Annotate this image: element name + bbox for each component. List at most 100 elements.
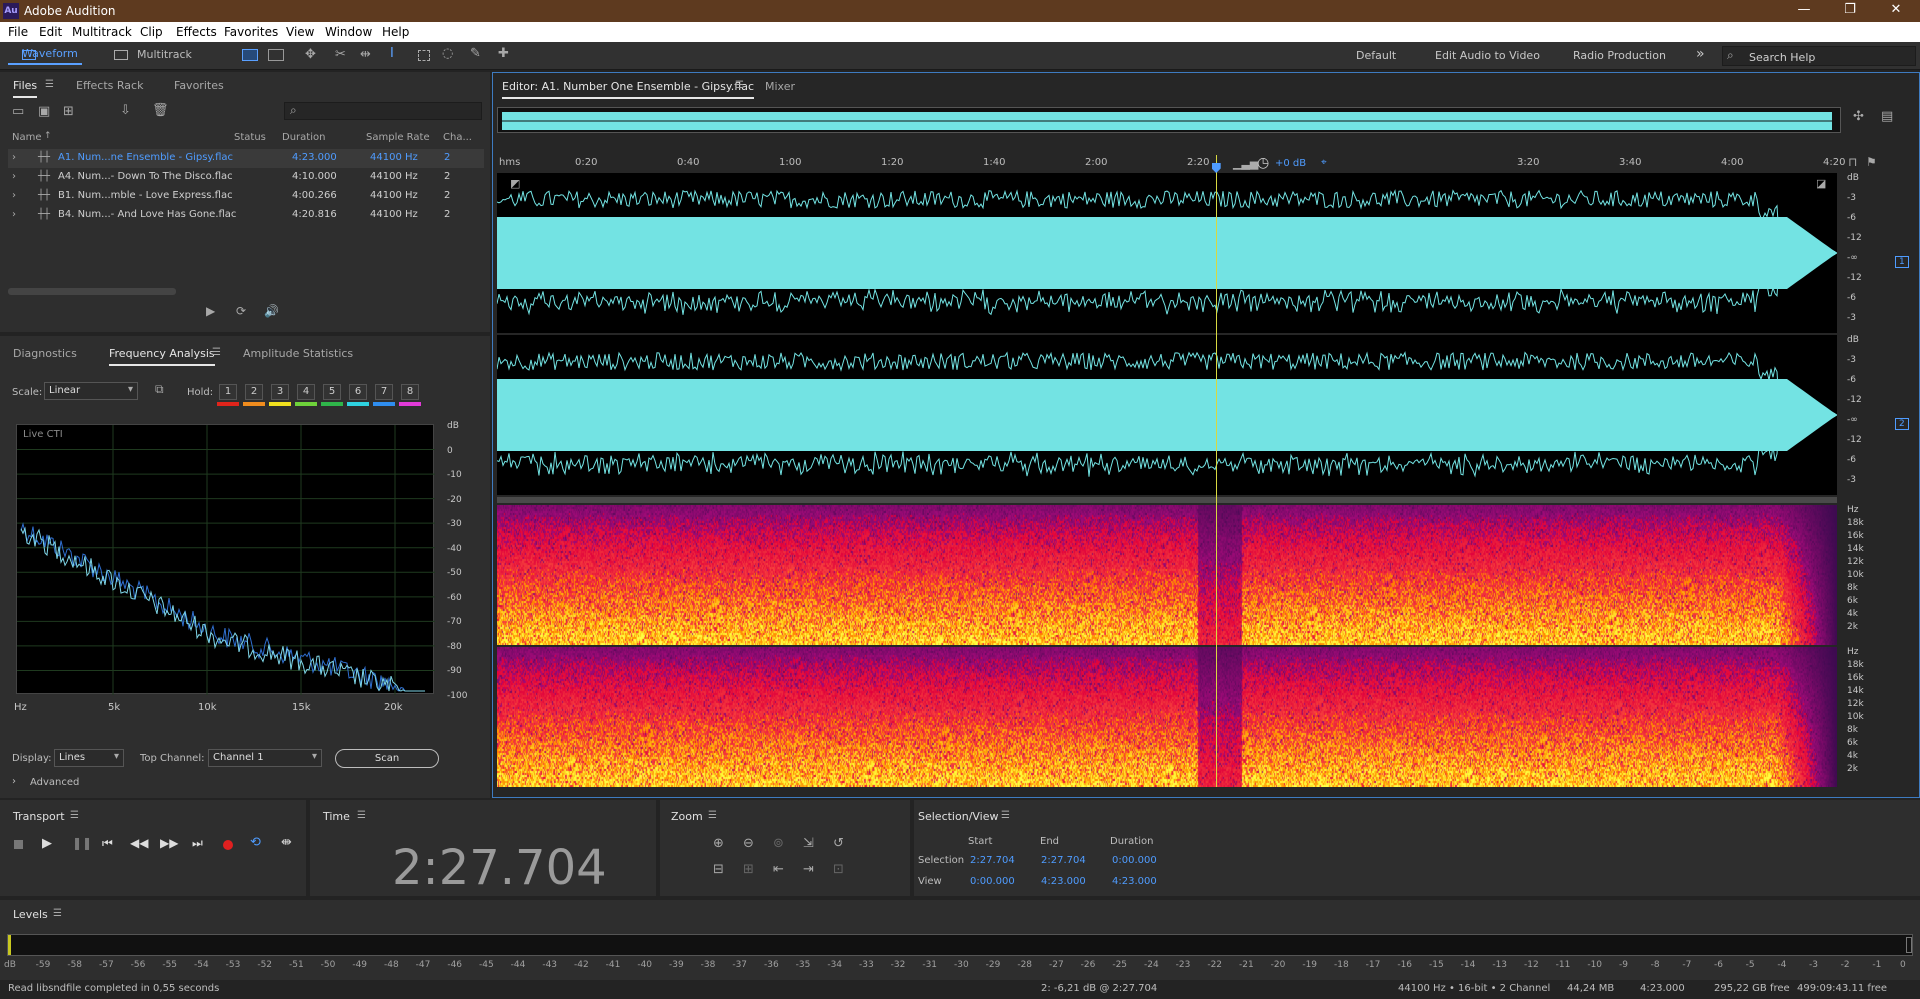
- file-row[interactable]: › ┼┼ B4. Num...- And Love Has Gone.flac 4…: [8, 206, 484, 225]
- marquee-tool-icon[interactable]: [418, 50, 430, 61]
- scale-dropdown[interactable]: Linear: [44, 382, 138, 400]
- menu-multitrack[interactable]: Multitrack: [72, 25, 132, 39]
- hold-button-8[interactable]: 8: [401, 384, 419, 400]
- zoom-in-left-icon[interactable]: ⇤: [773, 862, 784, 877]
- hold-button-1[interactable]: 1: [219, 384, 237, 400]
- clip-indicator[interactable]: [1906, 937, 1912, 953]
- brush-tool-icon[interactable]: ✎: [470, 46, 481, 61]
- delete-file-icon[interactable]: 🗑: [152, 103, 169, 118]
- menu-edit[interactable]: Edit: [39, 25, 62, 39]
- tab-files[interactable]: Files: [13, 79, 38, 98]
- files-search-input[interactable]: ⌕: [284, 102, 482, 120]
- zoom-to-selection-icon[interactable]: ✣: [1853, 109, 1864, 124]
- view-end[interactable]: 4:23.000: [1041, 876, 1086, 887]
- menu-view[interactable]: View: [286, 25, 314, 39]
- file-row[interactable]: › ┼┼ A4. Num...- Down To The Disco.flac 4…: [8, 168, 484, 187]
- channel-1-waveform[interactable]: [497, 173, 1837, 333]
- col-duration[interactable]: Duration: [282, 132, 325, 143]
- rewind-icon[interactable]: ◀◀: [130, 836, 148, 850]
- channel-2-spectrogram[interactable]: [497, 647, 1837, 787]
- menu-favorites[interactable]: Favorites: [224, 25, 278, 39]
- editor-tab-menu-icon[interactable]: ☰: [735, 80, 744, 91]
- workspace-edit-audio-to-video[interactable]: Edit Audio to Video: [1435, 49, 1540, 62]
- tab-effects-rack[interactable]: Effects Rack: [76, 79, 143, 92]
- time-menu-icon[interactable]: ☰: [357, 810, 366, 821]
- preview-loop-icon[interactable]: ⟳: [236, 304, 246, 318]
- hold-button-4[interactable]: 4: [297, 384, 315, 400]
- tab-amplitude-statistics[interactable]: Amplitude Statistics: [243, 347, 353, 360]
- tab-favorites[interactable]: Favorites: [174, 79, 224, 92]
- next-icon[interactable]: ⏭: [192, 836, 203, 851]
- levels-menu-icon[interactable]: ☰: [53, 908, 62, 919]
- transport-menu-icon[interactable]: ☰: [70, 810, 79, 821]
- play-icon[interactable]: ▶: [42, 836, 52, 851]
- hold-button-2[interactable]: 2: [245, 384, 263, 400]
- show-waveform-icon[interactable]: [242, 49, 258, 61]
- close-button[interactable]: ✕: [1876, 2, 1916, 17]
- hold-button-6[interactable]: 6: [349, 384, 367, 400]
- marker-pin-icon[interactable]: ⚑: [1866, 155, 1877, 169]
- channel-2-waveform[interactable]: [497, 335, 1837, 495]
- insert-into-multitrack-icon[interactable]: ⇩: [120, 103, 131, 118]
- selection-end[interactable]: 2:27.704: [1041, 855, 1086, 866]
- selection-duration[interactable]: 0:00.000: [1112, 855, 1157, 866]
- channel-1-spectrogram[interactable]: [497, 505, 1837, 645]
- overview-bar[interactable]: [497, 107, 1841, 133]
- gain-value[interactable]: +0 dB: [1275, 158, 1306, 169]
- open-file-icon[interactable]: ▭: [12, 104, 24, 119]
- time-selection-tool-icon[interactable]: I: [390, 46, 394, 61]
- channel-1-enable-button[interactable]: 1: [1895, 256, 1909, 268]
- lasso-tool-icon[interactable]: ◌: [442, 46, 453, 61]
- zoom-in-amplitude-icon[interactable]: ⊕: [713, 836, 724, 851]
- zoom-in-point-icon[interactable]: ⊞: [743, 862, 754, 877]
- col-channels[interactable]: Cha...: [443, 132, 472, 143]
- fast-forward-icon[interactable]: ▶▶: [160, 836, 178, 850]
- waveform-view-button[interactable]: Waveform: [8, 47, 82, 65]
- display-dropdown[interactable]: Lines: [54, 749, 124, 767]
- tab-diagnostics[interactable]: Diagnostics: [13, 347, 77, 360]
- zoom-reset-icon[interactable]: ↺: [833, 836, 844, 851]
- workspace-radio-production[interactable]: Radio Production: [1573, 49, 1666, 62]
- pin-hud-icon[interactable]: ⌖: [1321, 157, 1327, 168]
- menu-file[interactable]: File: [8, 25, 28, 39]
- files-horizontal-scrollbar[interactable]: [8, 288, 176, 295]
- zoom-in-time-icon[interactable]: ⇲: [803, 836, 814, 851]
- frozen-graph-icon[interactable]: ⧉: [155, 382, 164, 397]
- more-workspaces-button[interactable]: »: [1696, 46, 1705, 62]
- menu-window[interactable]: Window: [325, 25, 372, 39]
- col-sample-rate[interactable]: Sample Rate: [366, 132, 430, 143]
- zoom-out-amplitude-icon[interactable]: ⊖: [743, 836, 754, 851]
- menu-clip[interactable]: Clip: [140, 25, 163, 39]
- hud-gain-box[interactable]: ▁▃▅ ◷ +0 dB ⌖: [1229, 155, 1333, 173]
- time-ruler[interactable]: hms0:200:401:001:201:402:002:202:403:203…: [497, 155, 1845, 173]
- pause-icon[interactable]: ❚❚: [72, 836, 92, 850]
- time-display[interactable]: 2:27.704: [392, 840, 607, 896]
- analysis-panel-menu-icon[interactable]: ☰: [212, 347, 221, 358]
- snap-icon[interactable]: ⊓: [1848, 155, 1857, 169]
- scan-button[interactable]: Scan: [335, 749, 439, 768]
- zoom-menu-icon[interactable]: ☰: [708, 810, 717, 821]
- zoom-to-selection-tool-icon[interactable]: ⊚: [773, 836, 784, 851]
- channel-2-enable-button[interactable]: 2: [1895, 418, 1909, 430]
- import-file-icon[interactable]: ▣: [38, 104, 50, 119]
- tab-frequency-analysis[interactable]: Frequency Analysis: [109, 347, 215, 366]
- gain-knob-icon[interactable]: ◷: [1257, 155, 1269, 171]
- files-panel-menu-icon[interactable]: ☰: [45, 79, 54, 90]
- razor-tool-icon[interactable]: ✂: [335, 47, 346, 62]
- workspace-default[interactable]: Default: [1356, 49, 1396, 62]
- show-spectral-icon[interactable]: [268, 49, 284, 61]
- slip-tool-icon[interactable]: ⇹: [360, 47, 371, 62]
- minimize-button[interactable]: —: [1784, 2, 1824, 17]
- skip-selection-icon[interactable]: ⇼: [281, 835, 292, 850]
- multitrack-view-button[interactable]: Multitrack: [137, 48, 192, 61]
- record-icon[interactable]: [223, 840, 233, 850]
- stop-icon[interactable]: [14, 840, 23, 849]
- playhead-cti[interactable]: [1215, 155, 1217, 787]
- top-channel-dropdown[interactable]: Channel 1: [208, 749, 322, 767]
- zoom-corner-left-icon[interactable]: ◩: [510, 177, 520, 190]
- mixer-tab[interactable]: Mixer: [765, 80, 795, 93]
- panel-options-icon[interactable]: ▤: [1881, 109, 1893, 124]
- previous-icon[interactable]: ⏮: [102, 836, 113, 851]
- menu-effects[interactable]: Effects: [176, 25, 217, 39]
- hold-button-5[interactable]: 5: [323, 384, 341, 400]
